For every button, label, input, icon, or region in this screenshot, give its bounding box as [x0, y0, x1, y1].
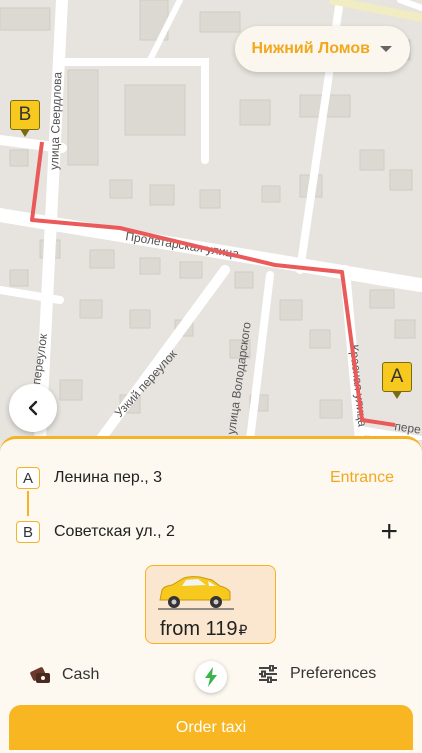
entrance-button[interactable]: Entrance [330, 469, 394, 487]
options-bar: Cash Preferences [0, 661, 422, 693]
sliders-icon [259, 665, 277, 683]
from-badge: A [16, 467, 40, 489]
to-badge: B [16, 521, 40, 543]
city-name: Нижний Ломов [251, 40, 370, 57]
tariff-price: from 119₽ [160, 618, 247, 641]
payment-label: Cash [62, 666, 100, 683]
route-from-row[interactable]: A Ленина пер., 3 Entrance [16, 467, 406, 489]
lightning-icon [205, 667, 217, 687]
tariff-currency: ₽ [238, 622, 248, 638]
add-stop-button[interactable]: + [380, 517, 398, 547]
pin-a[interactable]: A [382, 362, 412, 399]
preferences-button[interactable]: Preferences [258, 665, 376, 683]
payment-button[interactable]: Cash [28, 665, 99, 685]
route-to-row[interactable]: B Советская ул., 2 + [16, 517, 406, 547]
route-connector [27, 491, 29, 516]
from-address: Ленина пер., 3 [54, 469, 163, 486]
priority-button[interactable] [195, 661, 227, 693]
caret-down-icon [380, 46, 392, 52]
tariff-card[interactable]: from 119₽ [145, 565, 276, 644]
city-selector[interactable]: Нижний Ломов [235, 26, 410, 72]
car-icon [158, 576, 234, 610]
to-address: Советская ул., 2 [54, 523, 175, 540]
preferences-label: Preferences [290, 665, 377, 682]
pin-b[interactable]: B [10, 100, 40, 137]
map[interactable]: улица Свердлова Пролетарская улица переу… [0, 0, 422, 446]
back-button[interactable] [9, 384, 57, 432]
cash-icon [30, 667, 50, 683]
tariff-price-amount: from 119 [160, 618, 238, 640]
order-taxi-button[interactable]: Order taxi [9, 705, 413, 750]
chevron-left-icon [28, 400, 38, 416]
